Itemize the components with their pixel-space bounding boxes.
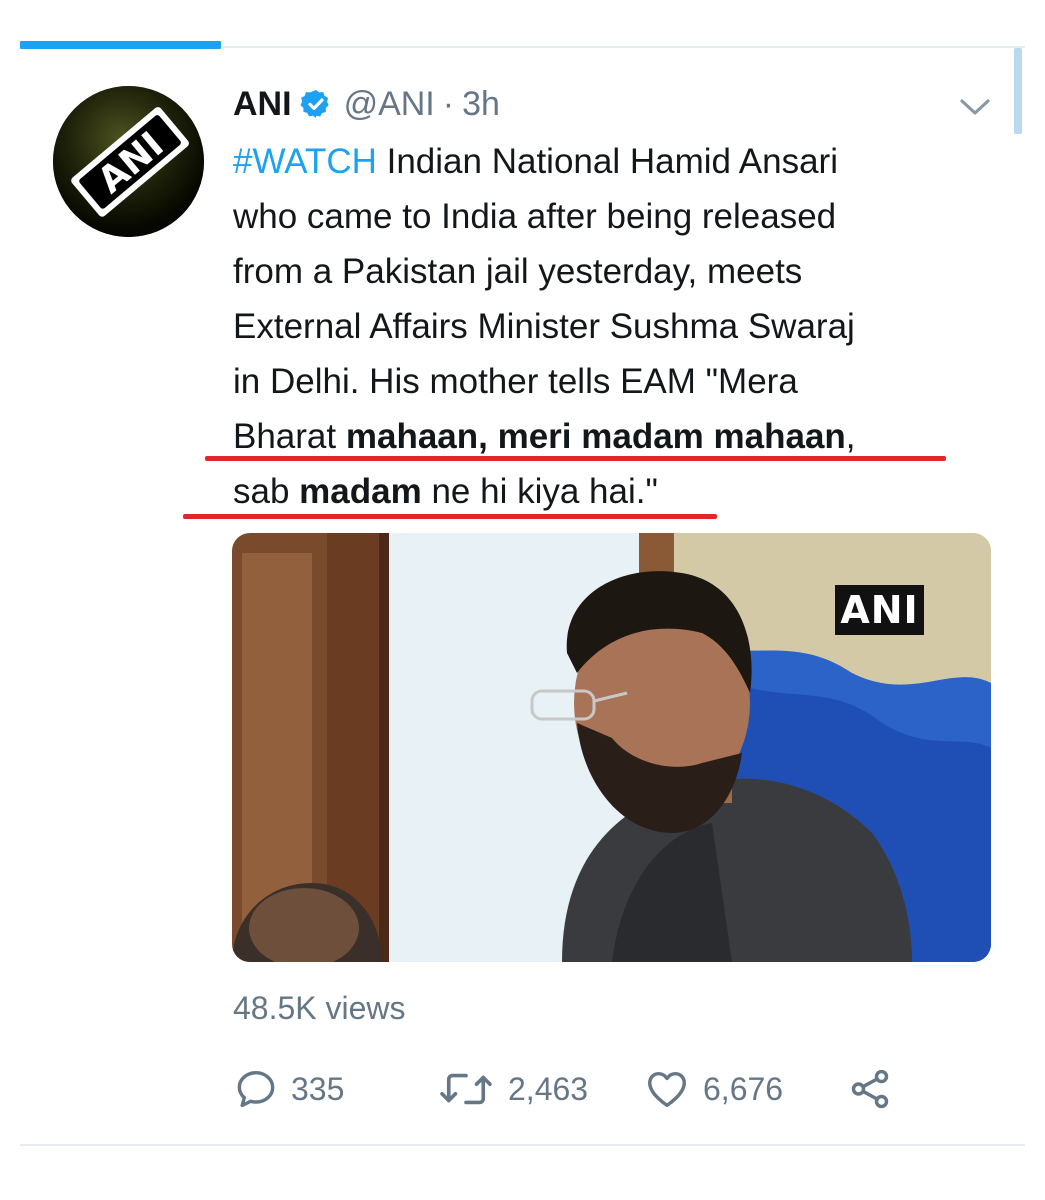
video-watermark: ANI bbox=[835, 585, 924, 635]
like-count: 6,676 bbox=[703, 1070, 784, 1107]
bold-text-segment: mahaan, meri madam mahaan bbox=[345, 417, 846, 456]
text-segment: sab bbox=[233, 472, 300, 511]
tweet-header: ANI @ANI · 3h bbox=[233, 82, 500, 126]
red-underline-annotation bbox=[205, 456, 946, 461]
reply-button[interactable]: 335 bbox=[233, 1064, 344, 1114]
reply-count: 335 bbox=[291, 1070, 345, 1107]
display-name[interactable]: ANI bbox=[233, 85, 292, 124]
active-tab-indicator bbox=[20, 41, 221, 49]
like-icon bbox=[648, 1071, 686, 1108]
tweet-text-line-3: from a Pakistan jail yesterday, meets bbox=[233, 252, 803, 291]
text-segment: Bharat bbox=[233, 417, 346, 456]
text-segment: , bbox=[845, 417, 856, 456]
bold-text-segment: madam bbox=[299, 472, 422, 511]
video-thumbnail[interactable]: ANI bbox=[232, 533, 991, 962]
tweet-text-line-2: who came to India after being released bbox=[233, 197, 837, 236]
reply-icon bbox=[237, 1070, 275, 1108]
bottom-divider bbox=[20, 1144, 1025, 1146]
tweet-text: #WATCH Indian National Hamid Ansari who … bbox=[233, 134, 993, 519]
retweet-icon bbox=[440, 1073, 492, 1105]
tweet-text-line-5: in Delhi. His mother tells EAM "Mera bbox=[233, 362, 798, 401]
tweet-text-line-1: #WATCH Indian National Hamid Ansari bbox=[233, 134, 993, 189]
text-segment: ne hi kiya hai." bbox=[421, 472, 658, 511]
timestamp[interactable]: 3h bbox=[462, 85, 500, 124]
verified-icon bbox=[300, 90, 329, 118]
tweet-text-line-4: External Affairs Minister Sushma Swaraj bbox=[233, 307, 855, 346]
retweet-button[interactable]: 2,463 bbox=[436, 1064, 588, 1114]
hashtag-link[interactable]: #WATCH bbox=[233, 142, 377, 181]
view-count: 48.5K views bbox=[233, 990, 406, 1026]
text-segment: Indian National Hamid Ansari bbox=[376, 142, 838, 181]
chevron-down-icon[interactable] bbox=[958, 96, 992, 118]
separator-dot: · bbox=[442, 84, 455, 123]
scrollbar[interactable] bbox=[1014, 48, 1022, 134]
share-button[interactable] bbox=[846, 1064, 894, 1114]
ani-logo: ANI bbox=[53, 86, 204, 237]
like-button[interactable]: 6,676 bbox=[643, 1064, 783, 1114]
handle[interactable]: @ANI bbox=[344, 85, 435, 124]
red-underline-annotation bbox=[183, 514, 717, 519]
action-bar: 335 2,463 6,676 bbox=[233, 1064, 933, 1114]
retweet-count: 2,463 bbox=[508, 1070, 589, 1107]
share-icon bbox=[851, 1069, 889, 1109]
tweet-text-line-7: sab madam ne hi kiya hai." bbox=[233, 464, 993, 519]
avatar[interactable]: ANI bbox=[53, 86, 204, 237]
